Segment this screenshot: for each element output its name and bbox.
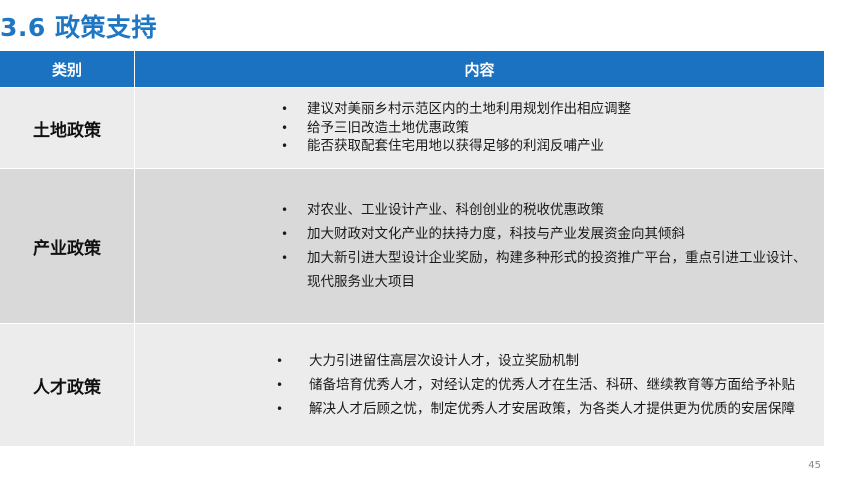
page-number: 45 bbox=[808, 460, 821, 471]
list-item: • 加大财政对文化产业的扶持力度，科技与产业发展资金向其倾斜 bbox=[281, 222, 810, 246]
list-item: • 对农业、工业设计产业、科创创业的税收优惠政策 bbox=[281, 198, 810, 222]
list-item: • 储备培育优秀人才，对经认定的优秀人才在生活、科研、继续教育等方面给予补贴 bbox=[276, 373, 795, 397]
bullet-list: • 大力引进留住高层次设计人才，设立奖励机制 • 储备培育优秀人才，对经认定的优秀人… bbox=[135, 349, 795, 421]
bullet-list: • 对农业、工业设计产业、科创创业的税收优惠政策 • 加大财政对文化产业的扶持力度，… bbox=[135, 198, 824, 294]
row-category: 产业政策 bbox=[0, 169, 135, 323]
bullet-icon: • bbox=[281, 203, 289, 217]
bullet-icon: • bbox=[281, 102, 289, 117]
slide-title: 3.6 政策支持 bbox=[0, 13, 157, 42]
bullet-icon: • bbox=[281, 227, 289, 241]
header-content: 内容 bbox=[464, 60, 495, 79]
bullet-icon: • bbox=[281, 139, 289, 154]
row-content: • 对农业、工业设计产业、科创创业的税收优惠政策 • 加大财政对文化产业的扶持力度，… bbox=[135, 169, 824, 323]
table-row-talent-policy: 人才政策 • 大力引进留住高层次设计人才，设立奖励机制 • 储备培育优秀人才，对经认… bbox=[0, 323, 824, 446]
table-row-land-policy: 土地政策 • 建议对美丽乡村示范区内的土地利用规划作出相应调整 • 给予三旧改造土地… bbox=[0, 87, 824, 168]
list-item: • 解决人才后顾之忧，制定优秀人才安居政策，为各类人才提供更为优质的安居保障 bbox=[276, 397, 795, 421]
bullet-icon: • bbox=[276, 402, 284, 416]
list-item: • 加大新引进大型设计企业奖励，构建多种形式的投资推广平台，重点引进工业设计、现代… bbox=[281, 246, 810, 294]
row-content: • 大力引进留住高层次设计人才，设立奖励机制 • 储备培育优秀人才，对经认定的优秀人… bbox=[135, 324, 824, 446]
table-row-industry-policy: 产业政策 • 对农业、工业设计产业、科创创业的税收优惠政策 • 加大财政对文化产业的… bbox=[0, 168, 824, 323]
bullet-list: • 建议对美丽乡村示范区内的土地利用规划作出相应调整 • 给予三旧改造土地优惠政策 … bbox=[135, 100, 631, 156]
bullet-icon: • bbox=[281, 251, 289, 265]
list-item: • 大力引进留住高层次设计人才，设立奖励机制 bbox=[276, 349, 795, 373]
table-header: 类别 内容 bbox=[0, 51, 824, 87]
bullet-icon: • bbox=[281, 120, 289, 135]
list-item: • 能否获取配套住宅用地以获得足够的利润反哺产业 bbox=[281, 138, 604, 155]
row-category: 人才政策 bbox=[0, 324, 135, 446]
bullet-icon: • bbox=[276, 378, 284, 392]
row-content: • 建议对美丽乡村示范区内的土地利用规划作出相应调整 • 给予三旧改造土地优惠政策 … bbox=[135, 88, 824, 168]
list-item: • 建议对美丽乡村示范区内的土地利用规划作出相应调整 bbox=[281, 101, 631, 118]
header-category: 类别 bbox=[0, 51, 135, 87]
policy-table: 类别 内容 土地政策 • 建议对美丽乡村示范区内的土地利用规划作出相应调整 • 给予… bbox=[0, 51, 824, 446]
list-item: • 给予三旧改造土地优惠政策 bbox=[281, 119, 469, 136]
bullet-icon: • bbox=[276, 354, 284, 368]
row-category: 土地政策 bbox=[0, 88, 135, 168]
